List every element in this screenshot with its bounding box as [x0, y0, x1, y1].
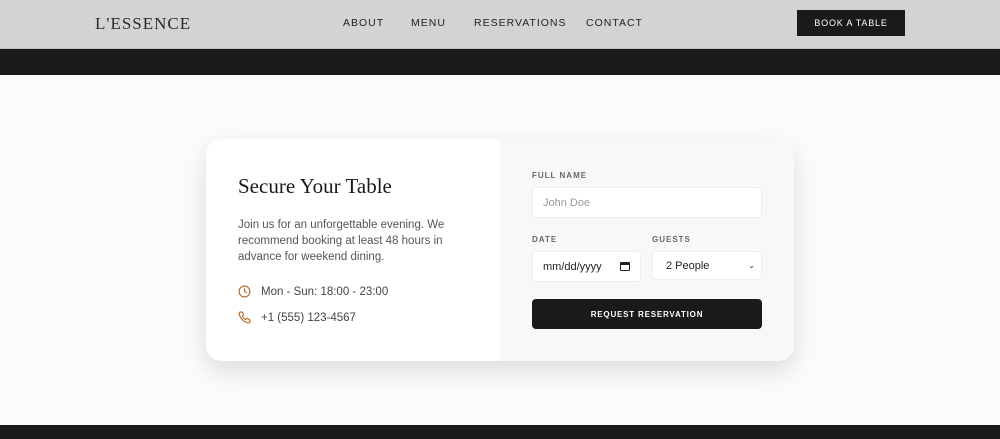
date-label: DATE: [532, 235, 558, 244]
hours-info: Mon - Sun: 18:00 - 23:00: [238, 285, 388, 298]
guests-label: GUESTS: [652, 235, 691, 244]
reservation-info: Secure Your Table Join us for an unforge…: [206, 139, 500, 361]
nav-menu[interactable]: MENU: [411, 17, 446, 29]
section-title: Secure Your Table: [238, 174, 392, 198]
date-input[interactable]: mm/dd/yyyy: [532, 251, 641, 282]
calendar-icon[interactable]: [620, 262, 630, 271]
date-placeholder: mm/dd/yyyy: [543, 260, 602, 273]
nav-contact[interactable]: CONTACT: [586, 17, 643, 29]
guests-select[interactable]: 2 People ⌄: [652, 251, 762, 280]
hours-text: Mon - Sun: 18:00 - 23:00: [261, 285, 389, 298]
nav-about[interactable]: ABOUT: [343, 17, 384, 29]
hero-band: [0, 49, 1000, 75]
nav-reservations[interactable]: RESERVATIONS: [474, 17, 567, 29]
section-description: Join us for an unforgettable evening. We…: [238, 219, 445, 263]
clock-icon: [238, 285, 251, 298]
logo[interactable]: L'ESSENCE: [95, 14, 191, 34]
full-name-label: FULL NAME: [532, 171, 588, 180]
book-a-table-button[interactable]: BOOK A TABLE: [797, 10, 905, 36]
reservation-card: Secure Your Table Join us for an unforge…: [206, 139, 794, 361]
chevron-down-icon: ⌄: [748, 261, 755, 270]
request-reservation-button[interactable]: REQUEST RESERVATION: [532, 299, 762, 329]
phone-info: +1 (555) 123-4567: [238, 311, 356, 324]
phone-text[interactable]: +1 (555) 123-4567: [261, 312, 356, 324]
full-name-input[interactable]: John Doe: [532, 187, 762, 218]
footer-band: [0, 425, 1000, 439]
site-header: L'ESSENCE ABOUT MENU RESERVATIONS CONTAC…: [0, 0, 1000, 49]
guests-value: 2 People: [666, 259, 710, 272]
reservation-form: FULL NAME John Doe DATE mm/dd/yyyy GUEST…: [500, 139, 794, 361]
phone-icon: [238, 311, 251, 324]
